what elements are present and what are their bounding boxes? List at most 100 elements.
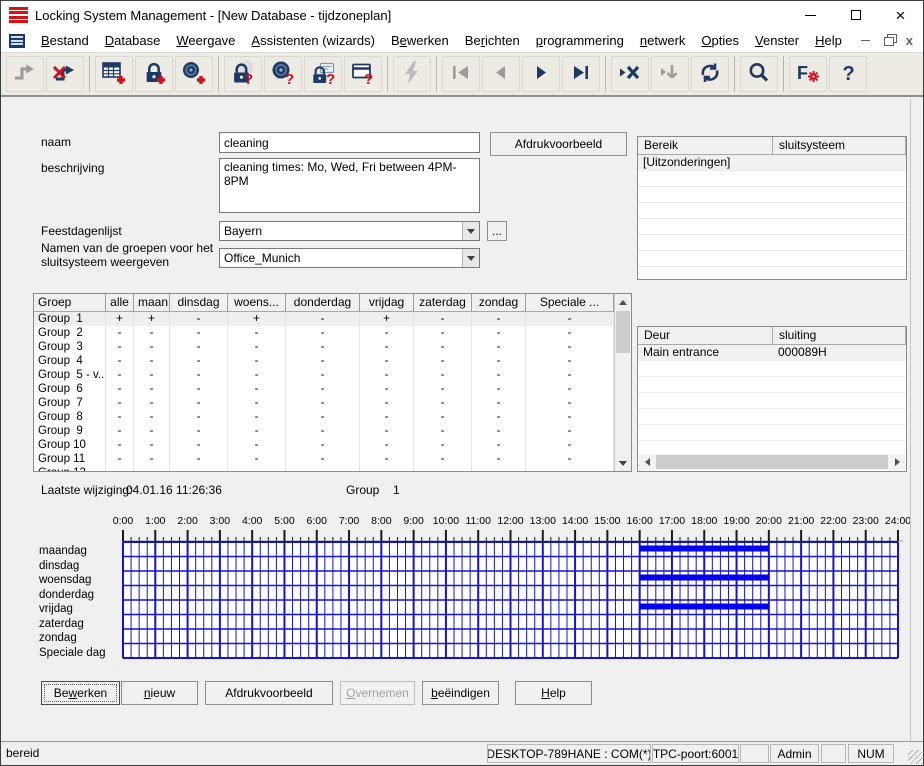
feestdagenlijst-combobox[interactable]: Bayern: [219, 221, 480, 241]
scrollbar-thumb[interactable]: [616, 311, 630, 353]
groepnamen-combobox[interactable]: Office_Munich: [219, 248, 480, 268]
new-lock-button[interactable]: [135, 56, 173, 92]
menu-item-venster[interactable]: Venster: [747, 30, 807, 51]
group-table[interactable]: Groepallemaan...dinsdagwoens...donderdag…: [33, 293, 632, 472]
nav-last-button[interactable]: [562, 56, 600, 92]
read-lock-button[interactable]: ?: [224, 56, 262, 92]
maximize-button[interactable]: [833, 1, 878, 29]
help-button[interactable]: ?: [829, 56, 867, 92]
nieuw-button[interactable]: nieuw: [121, 681, 198, 705]
browse-holidays-button[interactable]: ...: [487, 221, 507, 241]
nav-last-icon: [567, 59, 595, 90]
group-row[interactable]: Group 9---------: [34, 424, 614, 438]
column-header-zaterdag[interactable]: zaterdag: [414, 294, 472, 311]
group-row[interactable]: Group 11---------: [34, 452, 614, 466]
group-row[interactable]: Group 8---------: [34, 410, 614, 424]
read-lock-card-button[interactable]: ?: [304, 56, 342, 92]
column-header-bereik[interactable]: Bereik: [638, 137, 773, 154]
be-indigen-button[interactable]: beëindigen: [422, 681, 499, 705]
beschrijving-textarea[interactable]: cleaning times: Mo, Wed, Fri between 4PM…: [219, 158, 480, 213]
minimize-button[interactable]: [788, 1, 833, 29]
help-button[interactable]: Help: [515, 681, 592, 705]
scroll-down-button[interactable]: [615, 455, 631, 471]
chevron-down-icon[interactable]: [462, 222, 479, 240]
record-delete-button[interactable]: [611, 56, 649, 92]
group-row[interactable]: Group 12---------: [34, 466, 614, 472]
column-header-deur[interactable]: Deur: [638, 327, 773, 344]
mdi-restore-button[interactable]: [884, 37, 892, 44]
scroll-up-button[interactable]: [615, 294, 631, 310]
new-matrix-button[interactable]: [95, 56, 133, 92]
group-cell: -: [360, 396, 414, 410]
column-header-vrijdag[interactable]: vrijdag: [360, 294, 414, 311]
column-header-sluitsysteem[interactable]: sluitsysteem: [773, 137, 906, 154]
scrollbar-thumb[interactable]: [656, 455, 888, 469]
svg-text:?: ?: [843, 63, 855, 85]
group-cell: -: [286, 382, 360, 396]
groepnamen-label: Namen van de groepen voor het sluitsyste…: [41, 241, 217, 269]
table-row[interactable]: [Uitzonderingen]: [638, 155, 906, 171]
menu-item-netwerk[interactable]: netwerk: [632, 30, 694, 51]
column-header-dinsdag[interactable]: dinsdag: [170, 294, 228, 311]
new-transponder-button[interactable]: [175, 56, 213, 92]
nav-first-button: [442, 56, 480, 92]
chevron-down-icon[interactable]: [462, 249, 479, 267]
menu-item-opties[interactable]: Opties: [693, 30, 747, 51]
group-row[interactable]: Group 7---------: [34, 396, 614, 410]
column-header-zondag[interactable]: zondag: [472, 294, 526, 311]
time-grid[interactable]: [121, 529, 903, 662]
resize-grip-icon[interactable]: [908, 750, 922, 764]
bereik-table[interactable]: Bereiksluitsysteem[Uitzonderingen]: [637, 136, 907, 280]
column-header-speciale[interactable]: Speciale ...: [526, 294, 614, 311]
menu-item-programmering[interactable]: programmering: [528, 30, 632, 51]
mdi-close-button[interactable]: x: [906, 34, 913, 48]
read-transponder-button[interactable]: ?: [264, 56, 302, 92]
menu-item-bestand[interactable]: Bestand: [33, 30, 97, 51]
group-row[interactable]: Group 1++-+-+---: [34, 312, 614, 326]
column-header-woens[interactable]: woens...: [228, 294, 286, 311]
print-preview-top-button[interactable]: Afdrukvoorbeeld: [490, 132, 627, 156]
column-header-alle[interactable]: alle: [106, 294, 134, 311]
menu-item-help[interactable]: Help: [807, 30, 850, 51]
afdrukvoorbeeld-button[interactable]: Afdrukvoorbeeld: [205, 681, 333, 705]
horizontal-scrollbar[interactable]: [639, 454, 905, 470]
status-ready-text: bereid: [6, 746, 39, 760]
column-header-sluiting[interactable]: sluiting: [773, 327, 906, 344]
group-row[interactable]: Group 5 - v...---------: [34, 368, 614, 382]
naam-input[interactable]: [219, 132, 480, 153]
mdi-minimize-button[interactable]: [861, 40, 870, 41]
menu-item-database[interactable]: Database: [97, 30, 169, 51]
disconnect-button[interactable]: [46, 56, 84, 92]
menu-item-assistenten-wizards[interactable]: Assistenten (wizards): [243, 30, 383, 51]
hour-tick-label: 11:00: [465, 515, 491, 527]
group-cell: -: [106, 410, 134, 424]
group-row[interactable]: Group 4---------: [34, 354, 614, 368]
scroll-right-button[interactable]: [889, 454, 905, 470]
column-header-groep[interactable]: Groep: [34, 294, 106, 311]
group-cell: -: [228, 368, 286, 382]
read-window-button[interactable]: ?: [344, 56, 382, 92]
deur-table[interactable]: DeursluitingMain entrance000089H: [637, 326, 907, 472]
search-button[interactable]: [740, 56, 778, 92]
group-row[interactable]: Group 2---------: [34, 326, 614, 340]
nav-next-button[interactable]: [522, 56, 560, 92]
group-row[interactable]: Group 10---------: [34, 438, 614, 452]
hour-tick-label: 23:00: [853, 515, 879, 527]
menu-item-berichten[interactable]: Berichten: [457, 30, 528, 51]
table-row[interactable]: Main entrance000089H: [638, 345, 906, 361]
column-header-donderdag[interactable]: donderdag: [286, 294, 360, 311]
vertical-scrollbar[interactable]: [614, 294, 631, 471]
menu-item-weergave[interactable]: Weergave: [168, 30, 243, 51]
menu-item-bewerken[interactable]: Bewerken: [383, 30, 457, 51]
group-row[interactable]: Group 6---------: [34, 382, 614, 396]
column-header-maan[interactable]: maan...: [134, 294, 170, 311]
scroll-left-button[interactable]: [639, 454, 655, 470]
close-button[interactable]: ×: [878, 1, 923, 29]
group-row[interactable]: Group 3---------: [34, 340, 614, 354]
document-icon[interactable]: [9, 34, 25, 48]
hour-tick-label: 6:00: [307, 515, 327, 527]
bewerken-button[interactable]: Bewerken: [41, 681, 120, 705]
filter-settings-button[interactable]: F: [789, 56, 827, 92]
refresh-button[interactable]: [691, 56, 729, 92]
nav-prev-button: [482, 56, 520, 92]
